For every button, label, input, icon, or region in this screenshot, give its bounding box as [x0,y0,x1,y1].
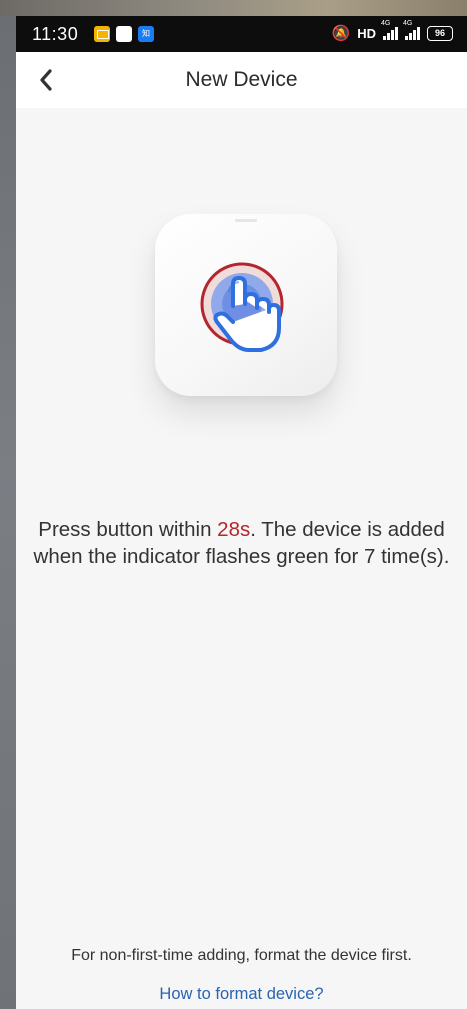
mail-notification-icon [94,26,110,42]
app-notification-icon [116,26,132,42]
signal-strength-icon-2: 4G [403,20,420,40]
instruction-prefix: Press button within [38,518,218,541]
zhihu-notification-icon: 知 [138,26,154,42]
screenshot-top-edge [0,0,467,16]
network-type-label-2: 4G [403,20,413,27]
network-type-label: 4G [381,20,391,27]
device-illustration [155,214,337,396]
device-notch [235,219,257,222]
format-hint: For non-first-time adding, format the de… [71,947,412,964]
bell-muted-icon: 🔕 [331,25,351,42]
hd-volte-icon: HD [357,25,376,41]
signal-strength-icon: 4G [381,20,398,40]
status-time: 11:30 [32,24,79,44]
navigation-bar: New Device [16,52,467,108]
how-to-format-link[interactable]: How to format device? [16,985,467,1004]
phone-screen: 11:30 知 🔕 HD 4G 4G 96 New Device Press b… [16,16,467,1009]
screenshot-left-edge [0,16,16,1009]
status-indicators: 🔕 HD 4G 4G 96 [331,20,453,42]
battery-icon: 96 [427,25,453,41]
countdown-timer: 28s [217,518,251,541]
press-button-icon [200,262,284,352]
status-bar: 11:30 知 🔕 HD 4G 4G 96 [16,16,467,52]
instruction-text: Press button within 28s. The device is a… [24,516,459,570]
page-title: New Device [185,68,298,91]
